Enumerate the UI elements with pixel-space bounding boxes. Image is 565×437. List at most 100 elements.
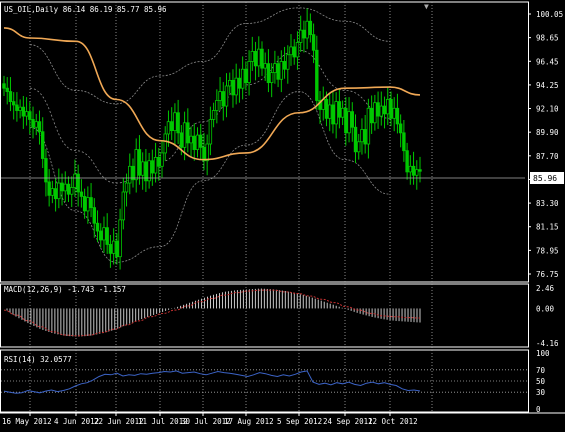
candle-body [363,129,367,145]
macd-tick-label: 2.46 [536,284,555,293]
candle-body [247,61,251,84]
candle-body [357,141,361,153]
candle-body [99,230,103,241]
candle-body [302,29,306,39]
candle-body [163,133,167,154]
candle-body [86,197,90,212]
candle-body [273,63,277,73]
candle-body [160,152,164,167]
candle-body [176,112,180,134]
candle-body [63,183,67,192]
candle-body [173,112,177,132]
rsi-tick-label: 0 [536,405,541,414]
candle-body [334,101,338,125]
candle-body [121,191,126,221]
candle-body [298,29,303,43]
candle-body [411,165,416,176]
candle-body [228,79,232,87]
candle-body [140,161,145,176]
price-tick-label: 87.70 [536,152,559,161]
candle-body [344,107,348,134]
candle-body [208,119,213,145]
current-price-tag: 85.96 [533,174,557,183]
candle-body [2,83,6,89]
candle-body [166,121,171,135]
candle-body [408,165,413,173]
candle-body [231,79,235,96]
symbol-header: US_OIL,Daily 86.14 86.19 85.77 85.96 [4,5,167,14]
price-tick-label: 83.30 [536,199,559,208]
candle-body [134,149,138,181]
candle-body [369,107,374,124]
candle-body [418,169,422,172]
candle-body [395,107,400,125]
candle-body [295,42,300,58]
candle-body [153,156,158,174]
candle-body [47,181,51,196]
price-tick-label: 96.45 [536,57,559,66]
candle-body [234,77,238,96]
candle-body [331,104,335,125]
candle-body [328,104,332,119]
price-tick-label: 94.25 [536,81,559,90]
candle-body [24,111,29,117]
candle-body [337,101,342,118]
candle-body [237,77,242,89]
candle-body [199,134,203,148]
rsi-tick-label: 50 [536,377,546,386]
candle-body [102,227,106,241]
date-tick-label: 22 Jun 2012 [94,417,144,426]
rsi-tick-label: 100 [536,349,550,358]
candle-body [279,61,284,80]
candle-body [105,227,109,245]
candle-body [286,54,290,70]
macd-tick-label: -4.16 [536,339,559,348]
candle-body [389,98,393,119]
candle-body [128,165,132,184]
candle-body [224,85,229,107]
candle-body [376,102,380,117]
price-tick-label: 78.95 [536,246,559,255]
candle-body [263,63,267,69]
candle-body [292,46,296,58]
macd-tick-label: 0.00 [536,304,555,313]
candle-body [218,91,222,101]
candle-body [386,98,390,115]
candle-body [186,122,190,144]
price-tick-label: 100.05 [536,10,563,19]
shift-marker-icon[interactable]: ▼ [424,2,429,11]
candle-body [402,132,406,152]
date-tick-label: 24 Sep 2012 [323,417,373,426]
price-tick-label: 89.90 [536,128,559,137]
candle-body [53,188,58,200]
candle-body [240,68,245,89]
date-tick-label: 17 Aug 2012 [224,417,274,426]
candle-body [373,102,377,124]
candle-body [340,107,345,118]
candle-body [192,135,196,150]
candle-body [57,182,61,200]
candle-body [15,104,19,111]
candle-body [40,131,45,159]
candle-body [276,63,280,80]
candle-body [157,156,161,167]
trading-chart: 100.0598.6596.4594.2592.1089.9087.7085.5… [0,0,565,432]
date-tick-label: 4 Jun 2012 [54,417,99,426]
candle-body [211,110,216,120]
candle-body [5,87,9,92]
candle-body [353,126,358,153]
candle-body [347,111,351,134]
candle-body [82,196,87,212]
candle-body [282,61,287,70]
rsi-tick-label: 30 [536,388,546,397]
candle-body [269,72,274,84]
date-tick-label: 16 May 2012 [2,417,52,426]
candle-body [215,100,219,111]
candle-body [50,188,55,196]
candle-body [8,91,13,102]
candle-body [115,240,119,258]
candle-body [79,191,84,197]
candle-body [60,182,64,192]
candle-body [37,121,42,133]
candle-body [398,123,403,134]
